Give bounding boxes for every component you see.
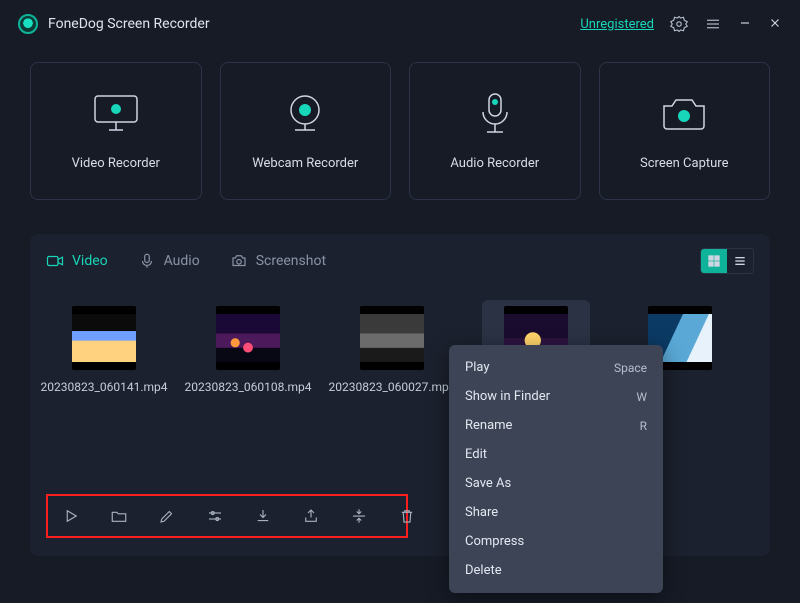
unregistered-link[interactable]: Unregistered (580, 17, 654, 32)
ctx-label: Play (465, 360, 490, 375)
list-view-button[interactable] (727, 249, 753, 273)
mode-audio-recorder[interactable]: Audio Recorder (409, 62, 581, 200)
ctx-label: Rename (465, 418, 512, 433)
monitor-record-icon (89, 92, 143, 136)
view-toggle (700, 248, 754, 274)
ctx-shortcut: R (640, 419, 647, 433)
ctx-shortcut: W (636, 390, 647, 404)
media-item[interactable]: 20230823_060141.mp4 (50, 300, 158, 400)
ctx-label: Edit (465, 447, 487, 462)
ctx-rename[interactable]: Rename R (449, 411, 663, 440)
ctx-label: Save As (465, 476, 511, 491)
media-item[interactable]: 20230823_060027.mp4 (338, 300, 446, 400)
app-title: FoneDog Screen Recorder (48, 16, 210, 32)
brand: FoneDog Screen Recorder (18, 14, 210, 34)
ctx-label: Show in Finder (465, 389, 550, 404)
app-logo-icon (18, 14, 38, 34)
tab-screenshot[interactable]: Screenshot (230, 252, 326, 270)
save-button[interactable] (254, 506, 272, 526)
sliders-button[interactable] (206, 506, 224, 526)
folder-button[interactable] (110, 506, 128, 526)
thumbnail-icon (360, 306, 424, 370)
mode-screen-capture[interactable]: Screen Capture (599, 62, 771, 200)
ctx-compress[interactable]: Compress (449, 527, 663, 556)
app-window: FoneDog Screen Recorder Unregistered (0, 0, 800, 603)
context-menu: Play Space Show in Finder W Rename R Edi… (449, 345, 663, 593)
media-filename: 20230823_060027.mp4 (329, 380, 456, 394)
webcam-icon (281, 92, 329, 136)
tab-label: Audio (164, 253, 200, 269)
mode-label: Webcam Recorder (252, 156, 358, 171)
tab-label: Screenshot (256, 253, 326, 269)
minimize-button[interactable] (738, 15, 752, 34)
play-button[interactable] (62, 506, 80, 526)
title-actions: Unregistered (580, 15, 782, 34)
ctx-save-as[interactable]: Save As (449, 469, 663, 498)
delete-button[interactable] (398, 506, 416, 526)
mode-cards: Video Recorder Webcam Recorder (0, 44, 800, 200)
mode-label: Video Recorder (72, 156, 160, 171)
media-action-bar (46, 494, 408, 538)
tab-audio[interactable]: Audio (138, 252, 200, 270)
tab-label: Video (72, 253, 108, 269)
tab-video[interactable]: Video (46, 252, 108, 270)
ctx-label: Delete (465, 563, 502, 578)
ctx-label: Share (465, 505, 498, 520)
mode-video-recorder[interactable]: Video Recorder (30, 62, 202, 200)
library-tabs: Video Audio Screenshot (46, 248, 754, 274)
microphone-icon (475, 92, 515, 136)
camera-icon (658, 92, 710, 136)
ctx-share[interactable]: Share (449, 498, 663, 527)
ctx-shortcut: Space (614, 361, 647, 375)
edit-button[interactable] (158, 506, 176, 526)
share-button[interactable] (302, 506, 320, 526)
thumbnail-icon (216, 306, 280, 370)
titlebar: FoneDog Screen Recorder Unregistered (0, 0, 800, 44)
menu-icon[interactable] (704, 15, 722, 33)
mode-webcam-recorder[interactable]: Webcam Recorder (220, 62, 392, 200)
mode-label: Screen Capture (640, 156, 728, 171)
ctx-label: Compress (465, 534, 524, 549)
media-filename: 20230823_060141.mp4 (41, 380, 168, 394)
mode-label: Audio Recorder (450, 156, 539, 171)
thumbnail-icon (72, 306, 136, 370)
media-item[interactable]: 20230823_060108.mp4 (194, 300, 302, 400)
ctx-play[interactable]: Play Space (449, 353, 663, 382)
gear-icon[interactable] (670, 15, 688, 33)
close-button[interactable] (768, 15, 782, 34)
ctx-show-in-finder[interactable]: Show in Finder W (449, 382, 663, 411)
ctx-delete[interactable]: Delete (449, 556, 663, 585)
compress-button[interactable] (350, 506, 368, 526)
grid-view-button[interactable] (701, 249, 727, 273)
ctx-edit[interactable]: Edit (449, 440, 663, 469)
media-filename: 20230823_060108.mp4 (185, 380, 312, 394)
